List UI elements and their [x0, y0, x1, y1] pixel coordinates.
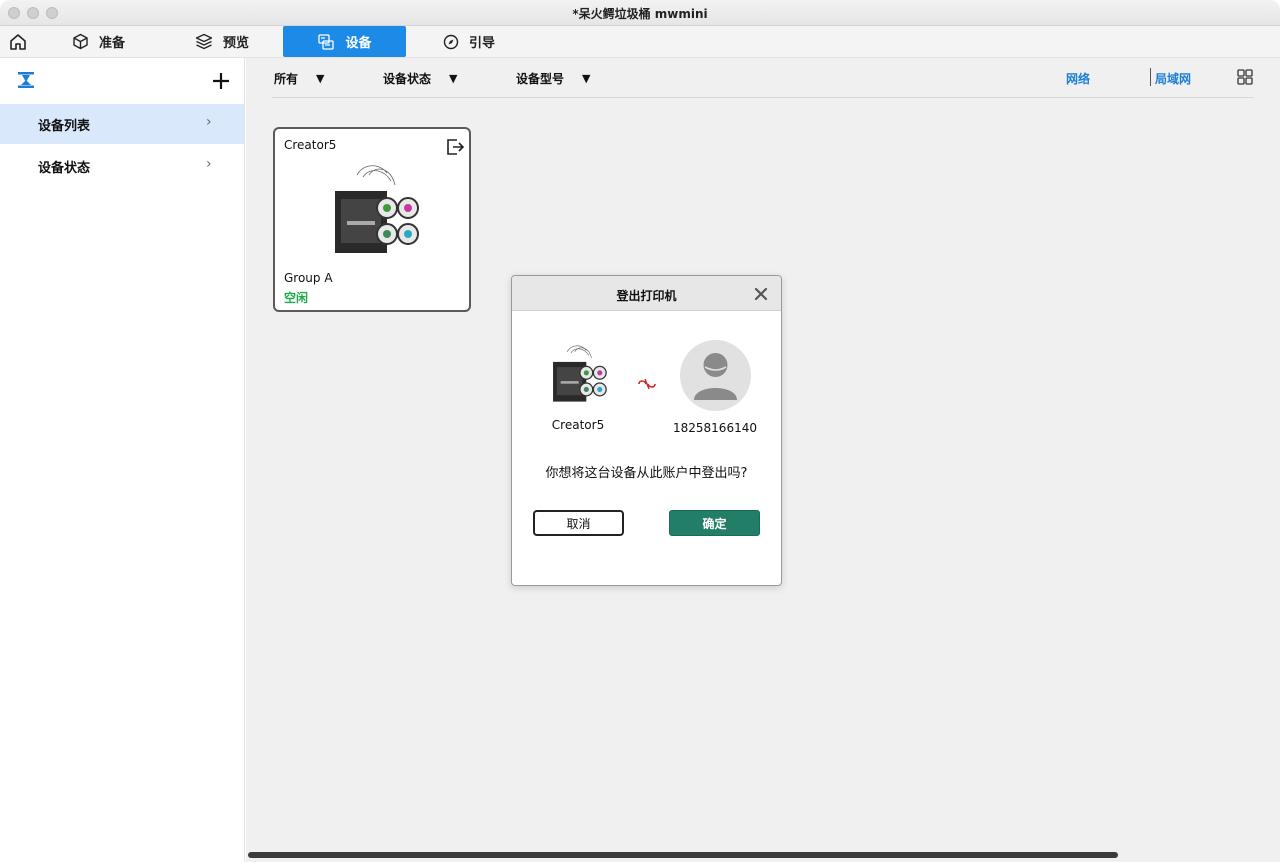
tab-prepare[interactable]: 准备	[72, 26, 192, 57]
dialog-printer-name: Creator5	[551, 418, 605, 432]
network-link[interactable]: 网络	[1066, 70, 1090, 87]
close-icon	[754, 287, 768, 301]
filter-all-label: 所有	[274, 72, 299, 86]
home-icon	[10, 34, 26, 50]
unlink-icon	[637, 376, 657, 390]
sidebar-item-device-list[interactable]: 设备列表 ›	[0, 104, 244, 144]
tab-prepare-label: 准备	[99, 36, 126, 51]
avatar	[680, 340, 751, 411]
dialog-title: 登出打印机	[616, 289, 677, 303]
user-icon	[694, 353, 737, 400]
tab-guide-label: 引导	[469, 36, 496, 51]
filter-bar: 所有 ▼ 设备状态 ▼ 设备型号 ▼ 网络 局域网	[272, 58, 1254, 98]
filter-status-label: 设备状态	[383, 72, 432, 86]
chevron-right-icon: ›	[206, 114, 212, 130]
confirm-button[interactable]: 确定	[669, 510, 760, 536]
printer-image	[329, 163, 419, 263]
chevron-right-icon: ›	[206, 156, 212, 172]
sidebar: 设备列表 › 设备状态 ›	[0, 58, 245, 862]
sidebar-item-label: 设备状态	[38, 160, 91, 176]
dialog-header: 登出打印机	[512, 276, 781, 311]
device-name: Creator5	[284, 138, 337, 152]
lan-link[interactable]: 局域网	[1155, 70, 1191, 87]
caret-down-icon: ▼	[316, 72, 325, 85]
add-device-button[interactable]	[208, 68, 234, 94]
home-button[interactable]	[6, 31, 30, 53]
printer-image	[548, 344, 608, 408]
main-tabbar: 准备 预览 设备 引导	[0, 26, 1280, 58]
dialog-message: 你想将这台设备从此账户中登出吗?	[545, 466, 748, 481]
tab-preview-label: 预览	[223, 36, 250, 51]
caret-down-icon: ▼	[582, 72, 591, 85]
brand-logo-icon	[16, 70, 36, 90]
sidebar-item-label: 设备列表	[38, 118, 91, 134]
dialog-close-button[interactable]	[753, 286, 769, 302]
sidebar-item-device-status[interactable]: 设备状态 ›	[0, 146, 244, 186]
compass-icon	[443, 34, 459, 49]
grid-icon	[1237, 69, 1253, 85]
horizontal-scrollbar[interactable]	[248, 852, 1118, 858]
logout-device-button[interactable]	[445, 137, 465, 157]
device-card[interactable]: Creator5 Group A 空闲	[273, 127, 471, 312]
filter-model-dropdown[interactable]: 设备型号 ▼	[516, 70, 590, 87]
divider	[1150, 68, 1151, 86]
account-id: 18258166140	[673, 421, 757, 435]
device-icon	[318, 33, 335, 50]
logout-printer-dialog: 登出打印机 Creator5 18258166140 你想将这台设备从此账户中登…	[511, 275, 782, 586]
logout-icon	[447, 139, 465, 155]
cube-icon	[73, 33, 88, 50]
cancel-button[interactable]: 取消	[533, 510, 624, 536]
filter-status-dropdown[interactable]: 设备状态 ▼	[383, 70, 457, 87]
caret-down-icon: ▼	[449, 72, 458, 85]
plus-icon	[213, 73, 229, 89]
window-titlebar: *呆火鳄垃圾桶 mwmini	[0, 0, 1280, 26]
filter-model-label: 设备型号	[516, 72, 565, 86]
tab-device-label: 设备	[345, 36, 372, 51]
grid-view-button[interactable]	[1236, 68, 1254, 86]
filter-all-dropdown[interactable]: 所有 ▼	[274, 70, 324, 87]
window-title: *呆火鳄垃圾桶 mwmini	[572, 7, 708, 21]
device-group: Group A	[284, 271, 333, 285]
tab-guide[interactable]: 引导	[443, 26, 563, 57]
layers-icon	[195, 33, 213, 50]
tab-device[interactable]: 设备	[283, 26, 406, 57]
status-badge: 空闲	[284, 291, 309, 305]
